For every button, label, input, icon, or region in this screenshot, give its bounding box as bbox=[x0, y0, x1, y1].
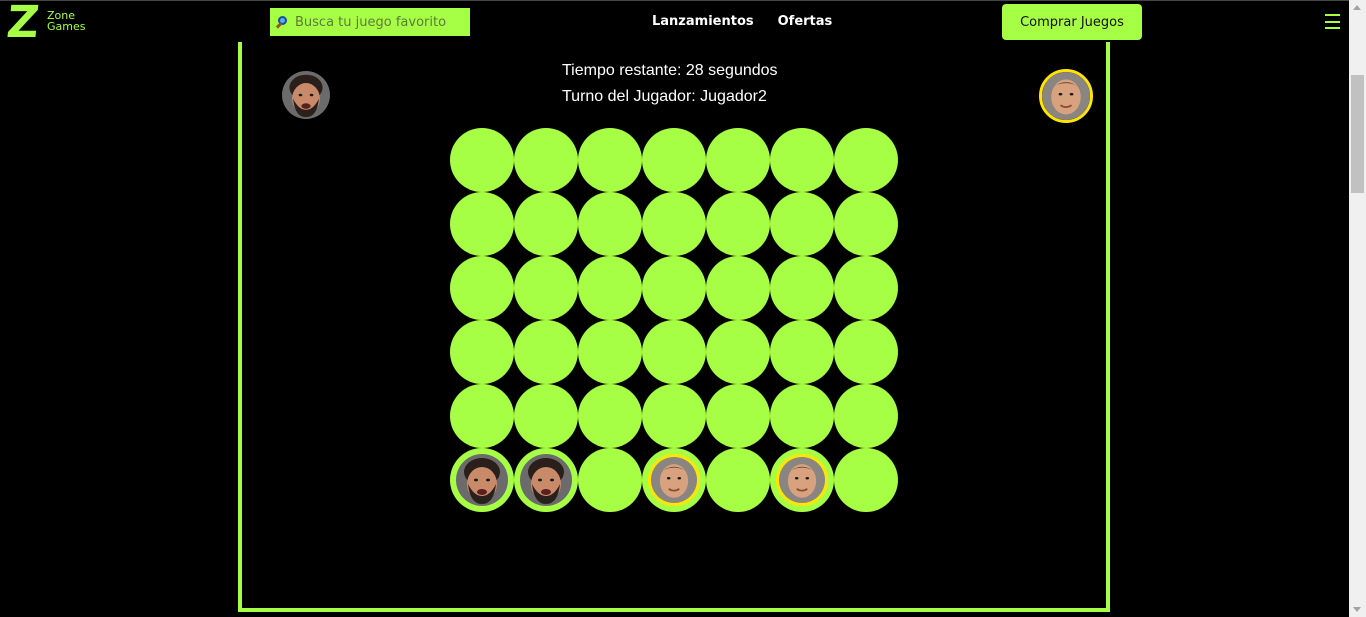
board-cell[interactable] bbox=[706, 384, 770, 448]
player2-avatar bbox=[1039, 69, 1093, 123]
board-cell[interactable] bbox=[642, 192, 706, 256]
board-cell[interactable] bbox=[514, 256, 578, 320]
main-nav: Lanzamientos Ofertas bbox=[652, 14, 832, 29]
player1-face-icon bbox=[520, 454, 572, 506]
board-cell[interactable] bbox=[642, 320, 706, 384]
board-cell[interactable] bbox=[578, 320, 642, 384]
board-cell[interactable] bbox=[514, 384, 578, 448]
game-board bbox=[450, 128, 898, 512]
site-logo[interactable]: Z Zone Games bbox=[4, 0, 97, 48]
board-cell[interactable] bbox=[770, 320, 834, 384]
board-cell[interactable] bbox=[578, 256, 642, 320]
logo-line-2: Games bbox=[47, 20, 86, 33]
board-cell[interactable] bbox=[706, 256, 770, 320]
player2-face-icon bbox=[1042, 72, 1090, 120]
scroll-up-icon[interactable] bbox=[1353, 5, 1361, 10]
time-remaining: Tiempo restante: 28 segundos bbox=[562, 62, 778, 79]
board-cell[interactable] bbox=[706, 128, 770, 192]
board-cell[interactable] bbox=[834, 128, 898, 192]
nav-link-ofertas[interactable]: Ofertas bbox=[778, 14, 833, 29]
board-cell[interactable] bbox=[770, 448, 834, 512]
board-cell[interactable] bbox=[770, 192, 834, 256]
board-cell[interactable] bbox=[450, 192, 514, 256]
board-cell[interactable] bbox=[450, 384, 514, 448]
board-cell[interactable] bbox=[514, 320, 578, 384]
current-turn: Turno del Jugador: Jugador2 bbox=[562, 88, 767, 105]
board-cell[interactable] bbox=[770, 128, 834, 192]
board-cell[interactable] bbox=[578, 128, 642, 192]
search-icon bbox=[275, 15, 289, 29]
board-cell[interactable] bbox=[706, 320, 770, 384]
player1-avatar bbox=[282, 71, 330, 119]
board-cell[interactable] bbox=[450, 256, 514, 320]
search-input[interactable] bbox=[295, 14, 463, 30]
board-cell[interactable] bbox=[706, 192, 770, 256]
nav-link-lanzamientos[interactable]: Lanzamientos bbox=[652, 14, 754, 29]
scroll-thumb[interactable] bbox=[1351, 75, 1364, 193]
board-cell[interactable] bbox=[834, 384, 898, 448]
scroll-down-icon[interactable] bbox=[1353, 607, 1361, 612]
board-cell[interactable] bbox=[642, 448, 706, 512]
player2-face-icon bbox=[651, 457, 697, 503]
page-scrollbar[interactable] bbox=[1349, 0, 1366, 617]
board-cell[interactable] bbox=[450, 128, 514, 192]
player2-piece bbox=[648, 454, 700, 506]
top-navbar: Z Zone Games Lanzamientos Ofertas Compra… bbox=[0, 0, 1366, 48]
board-cell[interactable] bbox=[642, 384, 706, 448]
board-cell[interactable] bbox=[834, 192, 898, 256]
logo-text: Zone Games bbox=[47, 10, 85, 32]
board-cell[interactable] bbox=[770, 384, 834, 448]
board-cell[interactable] bbox=[706, 448, 770, 512]
logo-mark: Z bbox=[4, 0, 42, 48]
board-cell[interactable] bbox=[578, 384, 642, 448]
board-cell[interactable] bbox=[642, 128, 706, 192]
buy-games-button[interactable]: Comprar Juegos bbox=[1002, 4, 1142, 40]
board-cell[interactable] bbox=[642, 256, 706, 320]
player2-face-icon bbox=[779, 457, 825, 503]
hamburger-icon[interactable] bbox=[1325, 14, 1340, 29]
board-cell[interactable] bbox=[770, 256, 834, 320]
player1-face-icon bbox=[456, 454, 508, 506]
board-cell[interactable] bbox=[514, 128, 578, 192]
board-cell[interactable] bbox=[834, 320, 898, 384]
player1-piece bbox=[520, 454, 572, 506]
board-cell[interactable] bbox=[450, 448, 514, 512]
board-cell[interactable] bbox=[834, 448, 898, 512]
board-cell[interactable] bbox=[450, 320, 514, 384]
search-bar bbox=[270, 8, 470, 36]
board-cell[interactable] bbox=[514, 192, 578, 256]
board-cell[interactable] bbox=[834, 256, 898, 320]
board-cell[interactable] bbox=[578, 192, 642, 256]
player1-face-icon bbox=[282, 71, 330, 119]
board-cell[interactable] bbox=[514, 448, 578, 512]
player2-piece bbox=[776, 454, 828, 506]
game-status: Tiempo restante: 28 segundos Turno del J… bbox=[562, 58, 778, 110]
board-cell[interactable] bbox=[578, 448, 642, 512]
player1-piece bbox=[456, 454, 508, 506]
